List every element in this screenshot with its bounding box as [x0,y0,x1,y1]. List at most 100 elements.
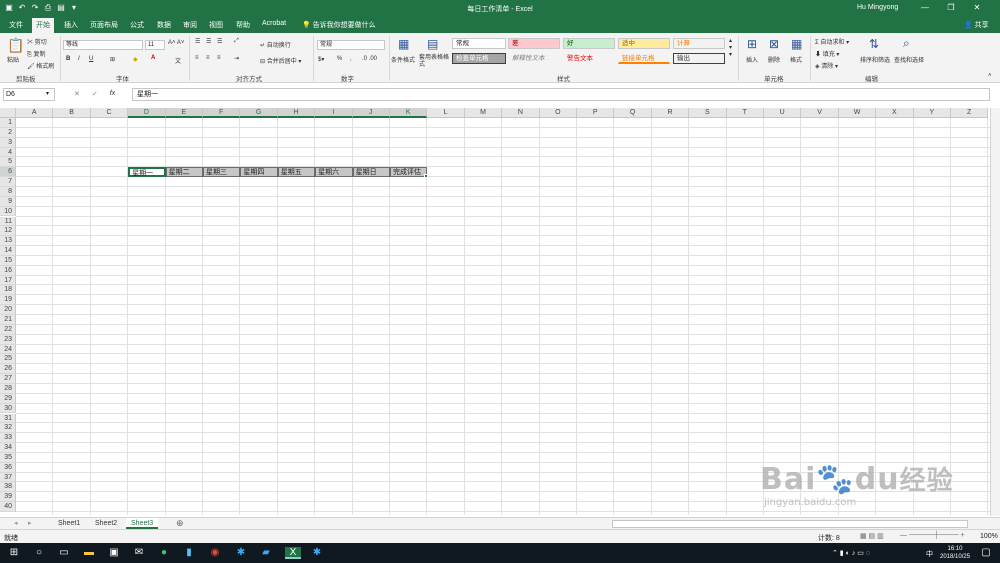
restore-icon[interactable]: ❐ [938,2,964,14]
comma-icon[interactable]: , [350,56,352,62]
row-header-37[interactable]: 37 [0,472,16,483]
align-middle-icon[interactable]: ☰ [206,38,211,45]
underline-button[interactable]: U [89,56,93,62]
column-header-d[interactable]: D [128,108,166,118]
phonetic-icon[interactable]: 文 [175,56,181,65]
cell-e6[interactable]: 星期二 [165,167,203,178]
task-view-icon[interactable]: ▭ [58,547,70,559]
row-header-38[interactable]: 38 [0,482,16,493]
border-icon[interactable]: ⊞ [110,56,115,63]
column-header-g[interactable]: G [240,108,278,118]
format-cells-icon[interactable]: ▦ [791,37,802,51]
style-normal[interactable]: 常规 [452,38,506,49]
tray-icons[interactable]: ⌃ ▮ ◐ ♪ ▭ ◌ [832,549,870,557]
column-header-q[interactable]: Q [614,108,652,118]
column-header-j[interactable]: J [352,108,390,118]
select-all-corner[interactable] [0,108,16,118]
align-bottom-icon[interactable]: ☰ [217,38,222,45]
style-linked-cell[interactable]: 链接单元格 [618,53,670,64]
column-header-p[interactable]: P [577,108,615,118]
column-header-n[interactable]: N [502,108,540,118]
find-select-button[interactable]: 查找和选择 [894,55,924,64]
column-header-l[interactable]: L [427,108,465,118]
row-header-34[interactable]: 34 [0,443,16,453]
percent-icon[interactable]: % [337,56,342,62]
currency-icon[interactable]: $▾ [318,56,324,63]
row-header-17[interactable]: 17 [0,275,16,286]
row-header-6[interactable]: 6 [0,167,16,178]
cell-d6[interactable]: 星期一 [128,167,166,177]
clock[interactable]: 16:10 2018/10/25 [940,545,970,561]
column-header-o[interactable]: O [539,108,577,118]
row-header-39[interactable]: 39 [0,492,16,503]
row-header-23[interactable]: 23 [0,334,16,345]
excel-taskbar-icon[interactable]: X [285,547,301,559]
row-header-22[interactable]: 22 [0,324,16,335]
row-header-33[interactable]: 33 [0,433,16,444]
align-center-icon[interactable]: ≡ [206,55,210,61]
style-output[interactable]: 输出 [673,53,725,64]
tab-review[interactable]: 审阅 [183,20,197,30]
file-explorer-icon[interactable]: ▬ [83,547,95,559]
tell-me-search[interactable]: 💡 告诉我你想要做什么 [302,20,376,30]
zoom-level[interactable]: 100% [980,533,998,540]
cell-g6[interactable]: 星期四 [240,167,278,178]
column-header-e[interactable]: E [165,108,203,118]
column-header-x[interactable]: X [876,108,914,118]
style-good[interactable]: 好 [563,38,615,49]
tab-file[interactable]: 文件 [9,20,23,30]
sort-filter-button[interactable]: 排序和筛选 [860,55,890,64]
column-header-b[interactable]: B [53,108,91,118]
remote-desktop-icon[interactable]: ▰ [260,547,272,559]
column-header-r[interactable]: R [651,108,690,118]
cortana-icon[interactable]: ○ [33,547,45,559]
format-painter-button[interactable]: 🖌 格式刷 [27,61,54,70]
column-header-a[interactable]: A [16,108,54,118]
tab-insert[interactable]: 插入 [64,20,78,30]
column-header-w[interactable]: W [838,108,877,118]
row-header-25[interactable]: 25 [0,354,16,365]
sheet-tab-3[interactable]: Sheet3 [126,518,159,529]
fill-button[interactable]: ⬇ 填充 ▾ [815,49,839,58]
delete-cells-button[interactable]: 删除 [768,55,780,64]
conditional-format-icon[interactable]: ▦ [398,37,409,51]
tab-home[interactable]: 开始 [32,18,54,33]
app-star-icon[interactable]: ✱ [235,547,247,559]
row-header-2[interactable]: 2 [0,127,16,138]
font-size-select[interactable]: 11 [145,40,165,50]
table-format-icon[interactable]: ▤ [427,37,438,51]
orientation-icon[interactable]: ⤢ [234,38,239,45]
row-header-3[interactable]: 3 [0,137,16,148]
paste-icon[interactable]: 📋 [7,37,24,54]
cell-h6[interactable]: 星期五 [277,167,316,178]
format-cells-button[interactable]: 格式 [790,55,802,64]
row-header-11[interactable]: 11 [0,216,16,227]
row-header-14[interactable]: 14 [0,246,16,256]
row-header-36[interactable]: 36 [0,462,16,473]
cell-f6[interactable]: 星期三 [203,167,241,178]
copy-button[interactable]: ⎘ 复制 [27,49,46,59]
tab-data[interactable]: 数据 [157,20,171,30]
style-neutral[interactable]: 适中 [618,38,670,49]
grow-font-icon[interactable]: A˄ A˅ [168,40,184,46]
user-name[interactable]: Hu Mingyong [857,4,898,11]
cancel-icon[interactable]: ✕ [74,90,80,98]
wechat-icon[interactable]: ● [158,547,170,559]
row-header-28[interactable]: 28 [0,383,16,394]
font-name-select[interactable]: 等线 [63,40,143,50]
row-header-1[interactable]: 1 [0,118,16,128]
find-select-icon[interactable]: ⌕ [903,36,910,51]
row-header-19[interactable]: 19 [0,295,16,306]
paste-button[interactable]: 粘贴 [7,55,19,64]
indent-icon[interactable]: ⇥ [234,55,239,62]
app-icon[interactable]: ▮ [183,547,195,559]
minimize-icon[interactable]: — [912,2,938,14]
notification-icon[interactable]: ▢ [980,547,992,559]
delete-cells-icon[interactable]: ⊠ [769,37,779,51]
mail-icon[interactable]: ✉ [133,547,145,559]
number-format-select[interactable]: 常规 [317,40,385,50]
horizontal-scrollbar[interactable] [612,520,968,528]
ime-indicator[interactable]: 中 [926,549,933,559]
column-header-z[interactable]: Z [951,108,989,118]
row-header-5[interactable]: 5 [0,157,16,168]
